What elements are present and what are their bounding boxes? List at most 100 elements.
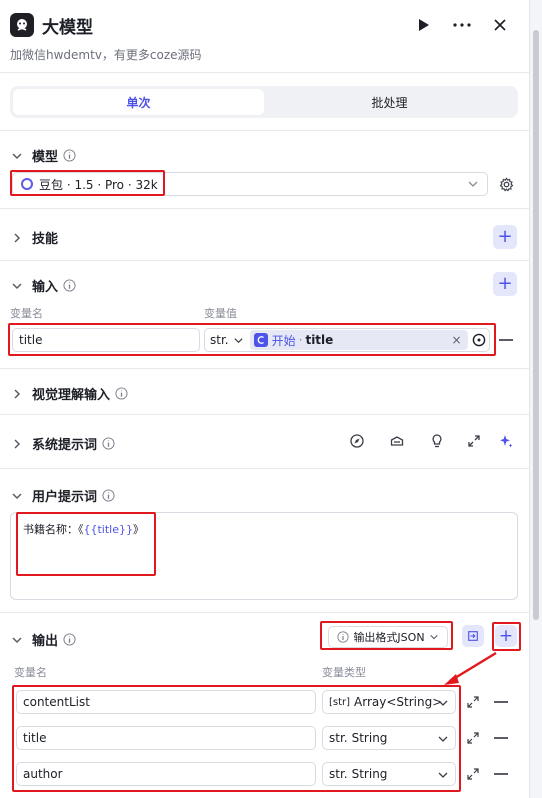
section-visual-input[interactable]: 视觉理解输入 bbox=[10, 384, 128, 403]
input-reference-chip[interactable]: 开始 · title × bbox=[249, 330, 468, 350]
chevron-right-icon[interactable] bbox=[10, 387, 24, 401]
chevron-down-icon[interactable] bbox=[10, 633, 24, 647]
scrollbar[interactable] bbox=[530, 0, 542, 798]
info-icon[interactable] bbox=[102, 489, 115, 502]
node-config-panel: 大模型 加微信hwdemtv，有更多coze源码 单次 批处理 模型 豆包 · … bbox=[0, 0, 530, 798]
ref-separator: · bbox=[298, 333, 303, 347]
clear-icon[interactable]: × bbox=[452, 333, 462, 347]
more-icon[interactable] bbox=[450, 13, 474, 37]
expand-icon[interactable] bbox=[466, 767, 480, 781]
output-var-type-select[interactable]: str. String bbox=[322, 762, 456, 786]
info-icon bbox=[337, 631, 350, 643]
add-output-button[interactable]: + bbox=[495, 625, 517, 647]
output-var-name: contentList bbox=[23, 695, 90, 709]
info-icon[interactable] bbox=[102, 437, 115, 450]
divider bbox=[0, 72, 529, 73]
section-skills[interactable]: 技能 bbox=[10, 228, 58, 247]
divider bbox=[0, 130, 529, 131]
output-var-name-field[interactable]: title bbox=[16, 726, 316, 750]
section-input[interactable]: 输入 bbox=[10, 276, 76, 295]
output-var-type-select[interactable]: str. String bbox=[322, 726, 456, 750]
run-mode-tabs: 单次 批处理 bbox=[10, 86, 518, 118]
library-icon[interactable] bbox=[389, 433, 405, 449]
output-var-name-field[interactable]: author bbox=[16, 762, 316, 786]
chevron-right-icon[interactable] bbox=[10, 231, 24, 245]
section-visual-title: 视觉理解输入 bbox=[32, 388, 111, 403]
output-var-type: String bbox=[351, 731, 388, 745]
chevron-down-icon[interactable] bbox=[10, 489, 24, 503]
section-output[interactable]: 输出 bbox=[10, 630, 76, 649]
expand-icon[interactable] bbox=[466, 731, 480, 745]
doubao-logo-icon bbox=[21, 178, 33, 190]
tab-single[interactable]: 单次 bbox=[13, 89, 264, 115]
section-input-title: 输入 bbox=[32, 280, 59, 295]
add-input-button[interactable]: + bbox=[493, 272, 517, 296]
chevron-down-icon[interactable] bbox=[233, 335, 244, 346]
remove-output-button[interactable] bbox=[494, 737, 508, 739]
section-model[interactable]: 模型 bbox=[10, 146, 76, 165]
chevron-down-icon bbox=[438, 700, 448, 706]
bulb-icon[interactable] bbox=[429, 433, 445, 449]
output-var-name: title bbox=[23, 731, 47, 745]
prompt-suffix: 》 bbox=[133, 523, 144, 536]
chevron-down-icon bbox=[429, 634, 438, 640]
prompt-variable: {{title}} bbox=[83, 523, 134, 536]
output-var-type-select[interactable]: [str] Array<String> bbox=[322, 690, 456, 714]
chevron-down-icon bbox=[438, 736, 448, 742]
input-var-value-field[interactable]: str. 开始 · title × bbox=[204, 328, 490, 352]
expand-icon[interactable] bbox=[466, 695, 480, 709]
info-icon[interactable] bbox=[63, 279, 76, 292]
expand-icon[interactable] bbox=[466, 433, 482, 449]
info-icon[interactable] bbox=[63, 633, 76, 646]
chevron-down-icon bbox=[438, 772, 448, 778]
target-icon[interactable] bbox=[472, 333, 486, 347]
type-badge: str. bbox=[329, 731, 348, 745]
user-prompt-editor[interactable]: 书籍名称：《{{title}}》 bbox=[10, 512, 518, 600]
ref-source: 开始 bbox=[271, 333, 296, 348]
remove-output-button[interactable] bbox=[494, 773, 508, 775]
node-title[interactable]: 大模型 bbox=[42, 13, 93, 38]
close-icon[interactable] bbox=[488, 13, 512, 37]
compass-icon[interactable] bbox=[349, 433, 365, 449]
output-var-type: String bbox=[351, 767, 388, 781]
divider bbox=[0, 260, 529, 261]
ai-sparkle-icon[interactable] bbox=[498, 433, 514, 449]
chevron-right-icon[interactable] bbox=[10, 437, 24, 451]
scrollbar-thumb[interactable] bbox=[533, 30, 539, 620]
divider bbox=[0, 612, 529, 613]
model-select[interactable]: 豆包 · 1.5 · Pro · 32k bbox=[12, 172, 488, 196]
start-node-icon bbox=[253, 333, 268, 347]
import-json-button[interactable] bbox=[462, 625, 484, 647]
section-system-prompt[interactable]: 系统提示词 bbox=[10, 434, 115, 453]
model-settings-gear-icon[interactable] bbox=[494, 172, 518, 196]
input-var-name-field[interactable]: title bbox=[12, 328, 200, 352]
output-format-select[interactable]: 输出格式JSON bbox=[328, 626, 448, 648]
info-icon[interactable] bbox=[63, 149, 76, 162]
llm-node-icon bbox=[10, 13, 34, 37]
add-skill-button[interactable]: + bbox=[493, 225, 517, 249]
info-icon[interactable] bbox=[115, 387, 128, 400]
divider bbox=[0, 368, 529, 369]
tab-batch[interactable]: 批处理 bbox=[264, 89, 515, 115]
node-description[interactable]: 加微信hwdemtv，有更多coze源码 bbox=[10, 46, 202, 63]
remove-input-button[interactable] bbox=[499, 339, 513, 341]
annotation-arrow bbox=[444, 651, 497, 685]
import-icon bbox=[468, 631, 478, 641]
output-col-name-label: 变量名 bbox=[14, 666, 47, 679]
divider bbox=[0, 414, 529, 415]
output-col-type-label: 变量类型 bbox=[322, 666, 366, 679]
output-format-label: 输出格式JSON bbox=[353, 631, 425, 644]
section-user-prompt[interactable]: 用户提示词 bbox=[10, 486, 115, 505]
divider bbox=[0, 208, 529, 209]
prompt-prefix: 书籍名称：《 bbox=[23, 523, 84, 536]
chevron-down-icon[interactable] bbox=[10, 149, 24, 163]
divider bbox=[0, 468, 529, 469]
input-col-value-label: 变量值 bbox=[204, 307, 237, 320]
run-icon[interactable] bbox=[412, 13, 436, 37]
input-type-badge[interactable]: str. bbox=[210, 333, 229, 347]
type-badge: [str] bbox=[329, 696, 351, 708]
chevron-down-icon[interactable] bbox=[10, 279, 24, 293]
remove-output-button[interactable] bbox=[494, 701, 508, 703]
output-var-name-field[interactable]: contentList bbox=[16, 690, 316, 714]
model-selected-value: 豆包 · 1.5 · Pro · 32k bbox=[39, 177, 158, 192]
